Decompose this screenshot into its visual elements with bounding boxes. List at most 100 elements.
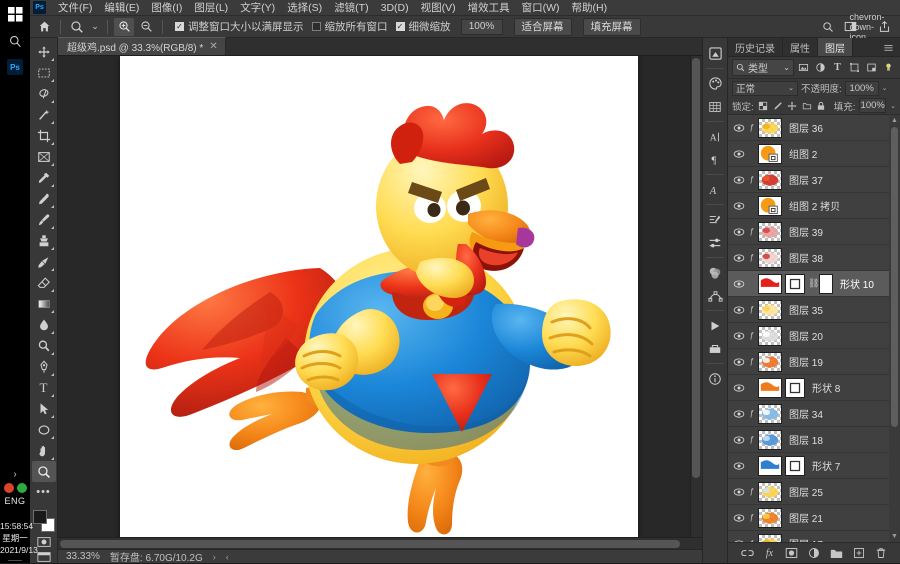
layer-name[interactable]: 组图 2 拷贝 bbox=[789, 198, 840, 213]
crop-tool[interactable] bbox=[32, 125, 56, 146]
brush-tool[interactable] bbox=[32, 209, 56, 230]
menu-plugins[interactable]: 增效工具 bbox=[462, 0, 516, 16]
layer-thumbnail[interactable] bbox=[758, 481, 782, 502]
menu-3d[interactable]: 3D(D) bbox=[375, 0, 415, 16]
panel-menu-icon[interactable] bbox=[883, 38, 900, 56]
tool-preset-chevron-icon[interactable]: ⌄ bbox=[89, 18, 101, 36]
layer-name[interactable]: 图层 19 bbox=[789, 354, 823, 369]
tab-history[interactable]: 历史记录 bbox=[728, 38, 783, 56]
menu-filter[interactable]: 滤镜(T) bbox=[328, 0, 374, 16]
layer-scrollbar-thumb[interactable] bbox=[891, 127, 898, 427]
lock-nesting-icon[interactable] bbox=[801, 99, 812, 112]
layer-name[interactable]: 图层 17 bbox=[789, 536, 823, 542]
zoom-in-icon[interactable] bbox=[114, 17, 134, 36]
table-row[interactable]: ƒ 图层 39 bbox=[728, 219, 889, 245]
history-brush-tool[interactable] bbox=[32, 251, 56, 272]
pen-tool[interactable] bbox=[32, 356, 56, 377]
layer-visibility-icon[interactable] bbox=[732, 173, 746, 187]
screen-mode-icon[interactable] bbox=[36, 551, 51, 563]
lock-transparent-icon[interactable] bbox=[758, 99, 769, 112]
libraries-icon[interactable] bbox=[704, 42, 726, 65]
table-row[interactable]: ⛓ 形状 10 bbox=[728, 271, 889, 297]
scrubby-zoom-checkbox[interactable]: 细微缩放 bbox=[395, 19, 451, 34]
status-zoom-level[interactable]: 33.33% bbox=[66, 551, 100, 562]
table-row[interactable]: ƒ 图层 19 bbox=[728, 349, 889, 375]
layer-mask-thumbnail[interactable] bbox=[785, 377, 805, 398]
layer-name[interactable]: 图层 38 bbox=[789, 250, 823, 265]
lock-position-icon[interactable] bbox=[787, 99, 798, 112]
new-group-icon[interactable] bbox=[828, 545, 844, 561]
layer-thumbnail[interactable] bbox=[758, 247, 782, 268]
layer-style-icon[interactable]: fx bbox=[761, 545, 777, 561]
layer-visibility-icon[interactable] bbox=[732, 433, 746, 447]
layer-visibility-icon[interactable] bbox=[732, 277, 746, 291]
zoom-tool[interactable] bbox=[31, 461, 56, 482]
taskbar-show-desktop[interactable] bbox=[8, 560, 22, 561]
menu-type[interactable]: 文字(Y) bbox=[234, 0, 281, 16]
mask-link-icon[interactable]: ⛓ bbox=[808, 278, 819, 289]
table-row[interactable]: ƒ 图层 18 bbox=[728, 427, 889, 453]
layer-visibility-icon[interactable] bbox=[732, 537, 746, 542]
resize-windows-to-fit-checkbox[interactable]: 调整窗口大小以满屏显示 bbox=[175, 19, 304, 34]
layer-mask-thumbnail[interactable] bbox=[785, 455, 805, 476]
checkbox-scrubby-zoom[interactable] bbox=[395, 22, 405, 31]
layer-name[interactable]: 图层 35 bbox=[789, 302, 823, 317]
layer-visibility-icon[interactable] bbox=[732, 485, 746, 499]
table-row[interactable]: 组图 2 拷贝 bbox=[728, 193, 889, 219]
marquee-tool[interactable] bbox=[32, 62, 56, 83]
layer-visibility-icon[interactable] bbox=[732, 407, 746, 421]
layer-thumbnail[interactable] bbox=[758, 403, 782, 424]
layer-visibility-icon[interactable] bbox=[732, 303, 746, 317]
layer-list[interactable]: ƒ 图层 36 组图 2 ƒ 图层 37 组图 2 拷贝 ƒ 图层 39 ƒ 图层 38 ⛓ 形状 1… bbox=[728, 115, 900, 542]
chevron-down-icon[interactable]: ⌄ bbox=[783, 63, 790, 72]
filter-toggle-icon[interactable] bbox=[881, 60, 896, 76]
canvas-viewport[interactable] bbox=[58, 56, 702, 537]
filter-type-icon[interactable]: T bbox=[830, 60, 845, 76]
layer-name[interactable]: 图层 34 bbox=[789, 406, 823, 421]
layer-visibility-icon[interactable] bbox=[732, 121, 746, 135]
quick-mask-icon[interactable] bbox=[36, 536, 51, 548]
eyedropper-tool[interactable] bbox=[32, 167, 56, 188]
table-row[interactable]: ƒ 图层 36 bbox=[728, 115, 889, 141]
status-expand-arrow-icon[interactable]: › bbox=[213, 552, 216, 562]
layer-thumbnail[interactable] bbox=[758, 429, 782, 450]
timeline-icon[interactable] bbox=[704, 314, 726, 337]
fill-screen-button[interactable]: 填充屏幕 bbox=[582, 17, 641, 36]
layer-visibility-icon[interactable] bbox=[732, 199, 746, 213]
adjustments-icon[interactable] bbox=[704, 208, 726, 231]
layer-visibility-icon[interactable] bbox=[732, 225, 746, 239]
scrollbar-thumb-horizontal[interactable] bbox=[60, 540, 680, 548]
eraser-tool[interactable] bbox=[32, 272, 56, 293]
swatches-icon[interactable] bbox=[704, 95, 726, 118]
wechat-icon[interactable] bbox=[16, 483, 27, 493]
ellipse-shape-tool[interactable] bbox=[32, 419, 56, 440]
layer-visibility-icon[interactable] bbox=[732, 251, 746, 265]
layer-name[interactable]: 形状 8 bbox=[812, 380, 840, 395]
table-row[interactable]: ƒ 图层 20 bbox=[728, 323, 889, 349]
layer-visibility-icon[interactable] bbox=[732, 459, 746, 473]
layer-thumbnail[interactable] bbox=[758, 117, 782, 138]
actions-icon[interactable] bbox=[704, 337, 726, 360]
filter-shape-icon[interactable] bbox=[847, 60, 862, 76]
layer-visibility-icon[interactable] bbox=[732, 329, 746, 343]
table-row[interactable]: ƒ 图层 17 bbox=[728, 531, 889, 542]
path-selection-tool[interactable] bbox=[32, 398, 56, 419]
layer-mask-thumbnail[interactable] bbox=[785, 273, 805, 294]
move-tool[interactable] bbox=[32, 41, 56, 62]
info-icon[interactable] bbox=[704, 367, 726, 390]
glyphs-icon[interactable]: A bbox=[704, 178, 726, 201]
menu-file[interactable]: 文件(F) bbox=[52, 0, 98, 16]
table-row[interactable]: ƒ 图层 38 bbox=[728, 245, 889, 271]
layer-name[interactable]: 图层 36 bbox=[789, 120, 823, 135]
table-row[interactable]: 组图 2 bbox=[728, 141, 889, 167]
lock-image-icon[interactable] bbox=[772, 99, 783, 112]
layer-name[interactable]: 组图 2 bbox=[789, 146, 817, 161]
close-icon[interactable]: ✕ bbox=[209, 41, 217, 52]
hand-tool[interactable] bbox=[32, 440, 56, 461]
search-icon[interactable] bbox=[818, 18, 838, 36]
paths-icon[interactable] bbox=[704, 284, 726, 307]
menu-edit[interactable]: 编辑(E) bbox=[98, 0, 145, 16]
frame-tool[interactable] bbox=[32, 146, 56, 167]
layer-thumbnail[interactable] bbox=[758, 221, 782, 242]
fit-screen-button[interactable]: 适合屏幕 bbox=[513, 17, 572, 36]
